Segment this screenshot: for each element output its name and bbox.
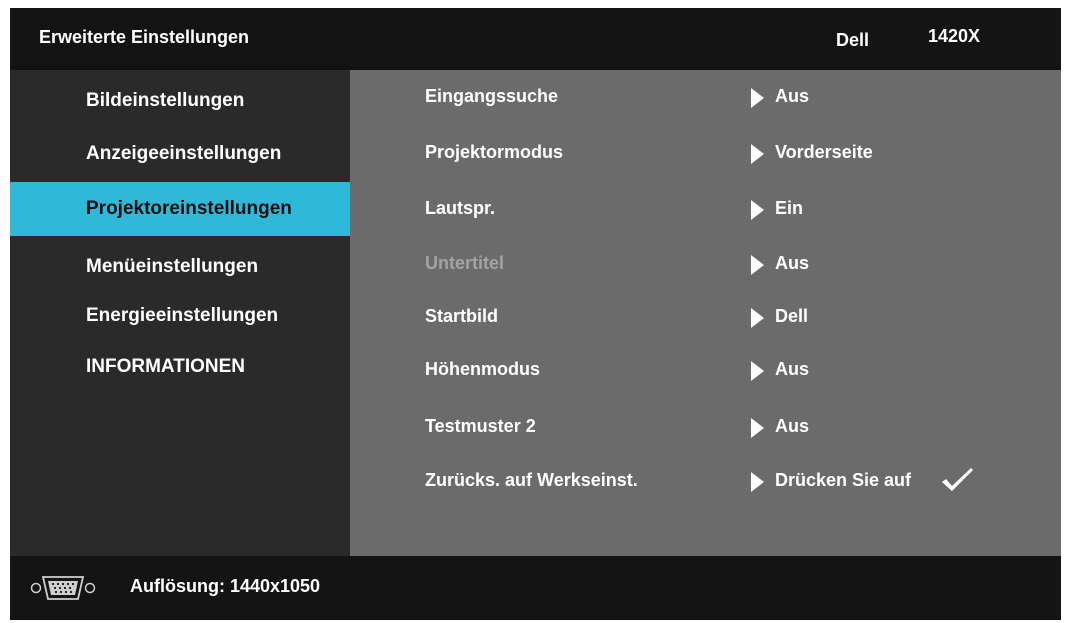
setting-label: Projektormodus [425, 142, 564, 162]
setting-label: Untertitel [425, 253, 505, 273]
sidebar-item-energieeinstellungen[interactable]: Energieeinstellungen [10, 289, 350, 343]
sidebar-item-label: Anzeigeeinstellungen [86, 143, 282, 164]
setting-value: Aus [775, 253, 810, 273]
setting-row-startbild[interactable]: Startbild Dell [350, 298, 1061, 338]
settings-panel: Eingangssuche Aus Projektormodus Vorders… [350, 70, 1061, 556]
brand-label: Dell [836, 30, 870, 50]
setting-label: Lautspr. [425, 198, 496, 218]
arrow-right-icon [751, 361, 764, 381]
sidebar-item-bildeinstellungen[interactable]: Bildeinstellungen [10, 74, 350, 128]
setting-row-testmuster-2[interactable]: Testmuster 2 Aus [350, 408, 1061, 448]
sidebar-item-label: Projektoreinstellungen [86, 198, 292, 219]
vga-connector-icon [30, 576, 96, 600]
setting-value: Ein [775, 198, 804, 218]
setting-value: Dell [775, 306, 809, 326]
status-bar: Auflösung: 1440x1050 [10, 556, 1061, 620]
arrow-right-icon [751, 88, 764, 108]
sidebar-item-anzeigeeinstellungen[interactable]: Anzeigeeinstellungen [10, 127, 350, 181]
arrow-right-icon [751, 418, 764, 438]
sidebar-item-label: Energieeinstellungen [86, 305, 279, 326]
setting-row-lautsprecher[interactable]: Lautspr. Ein [350, 190, 1061, 230]
resolution-label: Auflösung: 1440x1050 [130, 576, 321, 596]
model-label: 1420X [928, 26, 981, 46]
checkmark-icon [942, 468, 973, 491]
setting-label: Zurücks. auf Werkseinst. [425, 470, 638, 490]
arrow-right-icon [751, 255, 764, 275]
setting-label: Startbild [425, 306, 499, 326]
setting-label: Eingangssuche [425, 86, 559, 106]
arrow-right-icon [751, 200, 764, 220]
projector-osd-menu: Erweiterte Einstellungen Dell 1420X Bild… [10, 8, 1061, 620]
menu-title: Erweiterte Einstellungen [39, 27, 250, 47]
arrow-right-icon [751, 472, 764, 492]
setting-row-werkseinstellungen[interactable]: Zurücks. auf Werkseinst. Drücken Sie auf [350, 462, 1061, 502]
setting-row-hoehenmodus[interactable]: Höhenmodus Aus [350, 351, 1061, 391]
sidebar-item-menueeinstellungen[interactable]: Menüeinstellungen [10, 240, 350, 294]
setting-label: Höhenmodus [425, 359, 540, 379]
setting-label: Testmuster 2 [425, 416, 536, 436]
sidebar-item-informationen[interactable]: INFORMATIONEN [10, 340, 350, 394]
setting-value: Aus [775, 359, 810, 379]
sidebar-item-label: Menüeinstellungen [86, 256, 259, 277]
setting-row-untertitel: Untertitel Aus [350, 245, 1061, 285]
arrow-right-icon [751, 144, 764, 164]
sidebar-item-projektoreinstellungen[interactable]: Projektoreinstellungen [10, 182, 350, 236]
arrow-right-icon [751, 308, 764, 328]
setting-value: Drücken Sie auf [775, 470, 912, 490]
setting-value: Aus [775, 86, 810, 106]
sidebar-item-label: INFORMATIONEN [86, 356, 246, 377]
setting-value: Aus [775, 416, 810, 436]
sidebar-item-label: Bildeinstellungen [86, 90, 245, 111]
title-bar: Erweiterte Einstellungen Dell 1420X [10, 8, 1061, 66]
setting-row-projektormodus[interactable]: Projektormodus Vorderseite [350, 134, 1061, 174]
sidebar: Bildeinstellungen Anzeigeeinstellungen P… [10, 70, 350, 556]
setting-row-eingangssuche[interactable]: Eingangssuche Aus [350, 78, 1061, 118]
setting-value: Vorderseite [775, 142, 873, 162]
